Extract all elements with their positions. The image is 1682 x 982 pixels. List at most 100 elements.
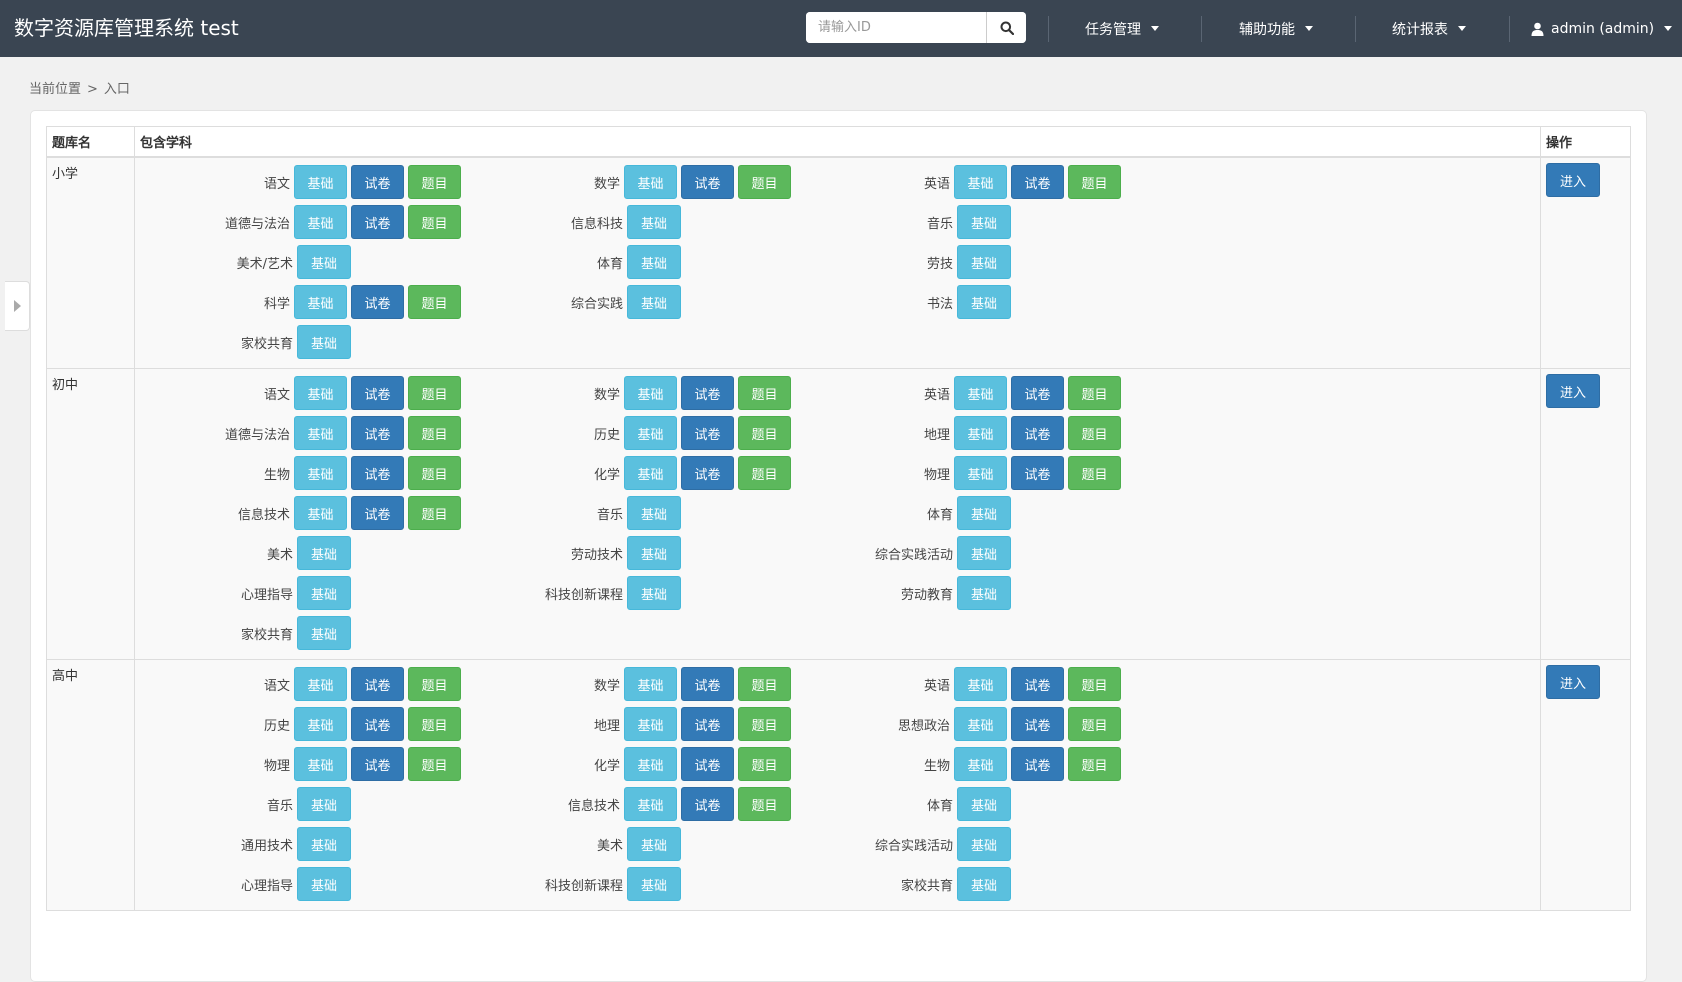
basic-button[interactable]: 基础 xyxy=(957,245,1011,279)
question-button[interactable]: 题目 xyxy=(407,285,461,319)
basic-button[interactable]: 基础 xyxy=(623,376,677,410)
question-button[interactable]: 题目 xyxy=(407,747,461,781)
paper-button[interactable]: 试卷 xyxy=(1010,376,1064,410)
paper-button[interactable]: 试卷 xyxy=(350,456,404,490)
basic-button[interactable]: 基础 xyxy=(957,205,1011,239)
paper-button[interactable]: 试卷 xyxy=(680,416,734,450)
question-button[interactable]: 题目 xyxy=(737,165,791,199)
basic-button[interactable]: 基础 xyxy=(957,787,1011,821)
basic-button[interactable]: 基础 xyxy=(623,747,677,781)
question-button[interactable]: 题目 xyxy=(1067,376,1121,410)
paper-button[interactable]: 试卷 xyxy=(680,707,734,741)
enter-button[interactable]: 进入 xyxy=(1546,163,1600,197)
basic-button[interactable]: 基础 xyxy=(957,576,1011,610)
basic-button[interactable]: 基础 xyxy=(293,496,347,530)
paper-button[interactable]: 试卷 xyxy=(680,165,734,199)
basic-button[interactable]: 基础 xyxy=(623,456,677,490)
menu-task-management[interactable]: 任务管理 xyxy=(1085,0,1159,57)
basic-button[interactable]: 基础 xyxy=(953,667,1007,701)
basic-button[interactable]: 基础 xyxy=(293,285,347,319)
question-button[interactable]: 题目 xyxy=(407,165,461,199)
paper-button[interactable]: 试卷 xyxy=(680,747,734,781)
basic-button[interactable]: 基础 xyxy=(297,536,351,570)
question-button[interactable]: 题目 xyxy=(1067,707,1121,741)
basic-button[interactable]: 基础 xyxy=(293,456,347,490)
basic-button[interactable]: 基础 xyxy=(953,376,1007,410)
basic-button[interactable]: 基础 xyxy=(293,376,347,410)
paper-button[interactable]: 试卷 xyxy=(350,205,404,239)
paper-button[interactable]: 试卷 xyxy=(1010,747,1064,781)
question-button[interactable]: 题目 xyxy=(1067,165,1121,199)
question-button[interactable]: 题目 xyxy=(407,376,461,410)
enter-button[interactable]: 进入 xyxy=(1546,374,1600,408)
basic-button[interactable]: 基础 xyxy=(627,576,681,610)
basic-button[interactable]: 基础 xyxy=(293,416,347,450)
paper-button[interactable]: 试卷 xyxy=(1010,707,1064,741)
basic-button[interactable]: 基础 xyxy=(627,867,681,901)
basic-button[interactable]: 基础 xyxy=(297,827,351,861)
basic-button[interactable]: 基础 xyxy=(293,165,347,199)
basic-button[interactable]: 基础 xyxy=(623,416,677,450)
paper-button[interactable]: 试卷 xyxy=(350,165,404,199)
basic-button[interactable]: 基础 xyxy=(627,827,681,861)
basic-button[interactable]: 基础 xyxy=(297,616,351,650)
basic-button[interactable]: 基础 xyxy=(957,867,1011,901)
paper-button[interactable]: 试卷 xyxy=(680,787,734,821)
paper-button[interactable]: 试卷 xyxy=(350,376,404,410)
paper-button[interactable]: 试卷 xyxy=(350,667,404,701)
basic-button[interactable]: 基础 xyxy=(627,285,681,319)
basic-button[interactable]: 基础 xyxy=(953,165,1007,199)
basic-button[interactable]: 基础 xyxy=(623,165,677,199)
basic-button[interactable]: 基础 xyxy=(297,576,351,610)
paper-button[interactable]: 试卷 xyxy=(350,285,404,319)
basic-button[interactable]: 基础 xyxy=(297,867,351,901)
paper-button[interactable]: 试卷 xyxy=(680,667,734,701)
search-button[interactable] xyxy=(986,12,1026,43)
menu-auxiliary-functions[interactable]: 辅助功能 xyxy=(1239,0,1313,57)
basic-button[interactable]: 基础 xyxy=(957,496,1011,530)
basic-button[interactable]: 基础 xyxy=(953,747,1007,781)
paper-button[interactable]: 试卷 xyxy=(350,707,404,741)
basic-button[interactable]: 基础 xyxy=(957,285,1011,319)
basic-button[interactable]: 基础 xyxy=(623,787,677,821)
question-button[interactable]: 题目 xyxy=(1067,416,1121,450)
question-button[interactable]: 题目 xyxy=(407,667,461,701)
question-button[interactable]: 题目 xyxy=(407,416,461,450)
question-button[interactable]: 题目 xyxy=(737,456,791,490)
question-button[interactable]: 题目 xyxy=(1067,667,1121,701)
paper-button[interactable]: 试卷 xyxy=(680,456,734,490)
paper-button[interactable]: 试卷 xyxy=(350,416,404,450)
paper-button[interactable]: 试卷 xyxy=(680,376,734,410)
question-button[interactable]: 题目 xyxy=(737,416,791,450)
basic-button[interactable]: 基础 xyxy=(627,536,681,570)
question-button[interactable]: 题目 xyxy=(407,496,461,530)
paper-button[interactable]: 试卷 xyxy=(1010,416,1064,450)
question-button[interactable]: 题目 xyxy=(1067,747,1121,781)
app-title[interactable]: 数字资源库管理系统 test xyxy=(14,13,239,43)
basic-button[interactable]: 基础 xyxy=(297,325,351,359)
basic-button[interactable]: 基础 xyxy=(293,707,347,741)
paper-button[interactable]: 试卷 xyxy=(1010,456,1064,490)
menu-statistics-report[interactable]: 统计报表 xyxy=(1392,0,1466,57)
basic-button[interactable]: 基础 xyxy=(627,496,681,530)
paper-button[interactable]: 试卷 xyxy=(350,496,404,530)
basic-button[interactable]: 基础 xyxy=(623,707,677,741)
paper-button[interactable]: 试卷 xyxy=(1010,165,1064,199)
basic-button[interactable]: 基础 xyxy=(953,456,1007,490)
basic-button[interactable]: 基础 xyxy=(297,787,351,821)
search-input[interactable] xyxy=(806,12,986,43)
question-button[interactable]: 题目 xyxy=(1067,456,1121,490)
basic-button[interactable]: 基础 xyxy=(293,747,347,781)
basic-button[interactable]: 基础 xyxy=(953,707,1007,741)
basic-button[interactable]: 基础 xyxy=(627,205,681,239)
question-button[interactable]: 题目 xyxy=(407,707,461,741)
basic-button[interactable]: 基础 xyxy=(953,416,1007,450)
basic-button[interactable]: 基础 xyxy=(627,245,681,279)
basic-button[interactable]: 基础 xyxy=(957,536,1011,570)
question-button[interactable]: 题目 xyxy=(737,747,791,781)
question-button[interactable]: 题目 xyxy=(737,787,791,821)
paper-button[interactable]: 试卷 xyxy=(350,747,404,781)
basic-button[interactable]: 基础 xyxy=(957,827,1011,861)
enter-button[interactable]: 进入 xyxy=(1546,665,1600,699)
basic-button[interactable]: 基础 xyxy=(297,245,351,279)
